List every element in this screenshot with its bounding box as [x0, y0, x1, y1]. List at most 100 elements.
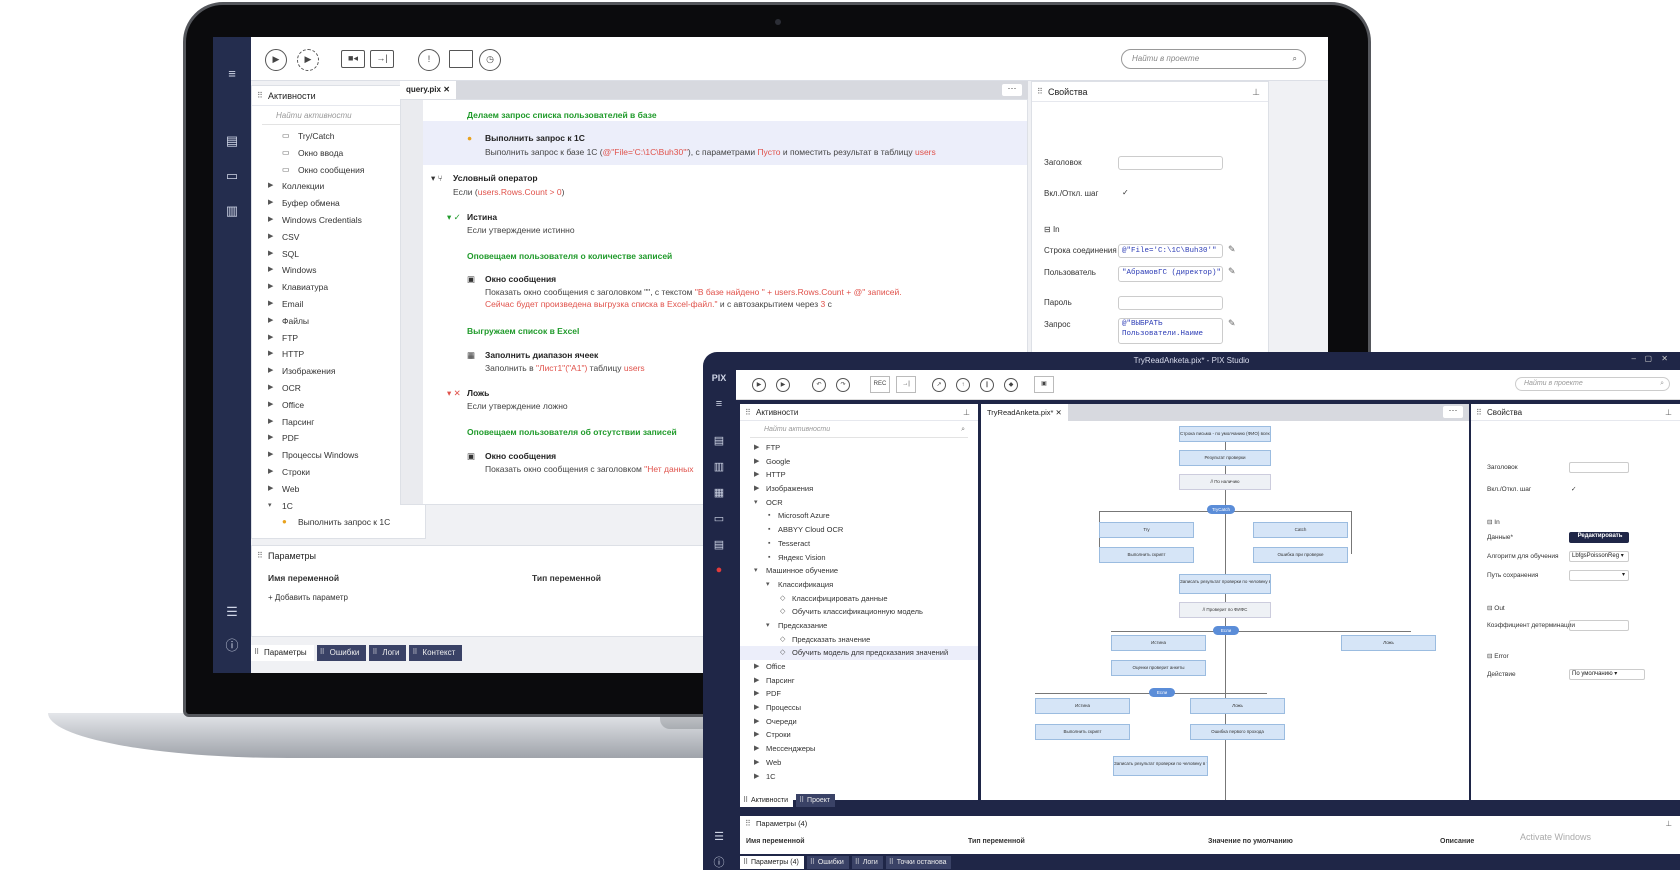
step-button[interactable]: →|	[896, 376, 916, 393]
step-message-2[interactable]: Окно сообщения	[485, 451, 556, 461]
chevron-down-icon[interactable]: ▾	[268, 498, 272, 515]
tree-item[interactable]: ▶ Изображения	[740, 482, 978, 496]
tree-item[interactable]: ▾ Машинное обучение	[740, 564, 978, 578]
branch-false[interactable]: Ложь	[467, 388, 489, 398]
chevron-right-icon[interactable]: ▶	[754, 701, 759, 715]
pin-icon[interactable]: ⊥	[1665, 404, 1672, 421]
true-branch-icon[interactable]: ▾ ✓	[447, 212, 461, 223]
chevron-right-icon[interactable]: ▶	[754, 687, 759, 701]
recorder-icon[interactable]: ▥	[710, 460, 728, 473]
chevron-right-icon[interactable]: ▶	[268, 414, 273, 431]
flow-pill[interactable]: TryCatch	[1207, 505, 1235, 514]
comment-2[interactable]: Оповещаем пользователя о количестве запи…	[467, 251, 672, 261]
tree-item[interactable]: ▶ HTTP	[740, 468, 978, 482]
activities-search-input[interactable]: Найти активности⌕	[262, 109, 415, 125]
chevron-down-icon[interactable]: ▾	[754, 496, 758, 510]
chevron-right-icon[interactable]: ▶	[268, 346, 273, 363]
redo-icon[interactable]: ↷	[836, 378, 850, 392]
flow-node[interactable]: Выполнить скрипт	[1035, 724, 1130, 740]
tree-item[interactable]: ▶ Office	[740, 660, 978, 674]
close-window-icon[interactable]: ✕	[1661, 354, 1668, 363]
tree-item[interactable]: ● Выполнить запрос к 1С	[252, 514, 425, 531]
chevron-right-icon[interactable]: ▶	[754, 674, 759, 688]
chevron-down-icon[interactable]: ▾	[766, 619, 770, 633]
document-icon[interactable]: ▤	[710, 538, 728, 551]
activities-icon[interactable]: ▤	[710, 434, 728, 447]
open-folder-icon[interactable]	[449, 50, 473, 68]
settings-icon[interactable]: ☰	[223, 605, 241, 619]
bottom-tab[interactable]: Контекст	[409, 645, 463, 661]
tree-item[interactable]: ▶ Мессенджеры	[740, 742, 978, 756]
close-tab-icon[interactable]: ✕	[1056, 408, 1062, 417]
debug-run-icon[interactable]: ▶	[297, 49, 319, 71]
flow-node[interactable]: Выполнить скрипт	[1099, 547, 1194, 563]
chevron-right-icon[interactable]: ▶	[268, 430, 273, 447]
chevron-right-icon[interactable]: ▶	[754, 728, 759, 742]
chevron-right-icon[interactable]: ▶	[268, 397, 273, 414]
close-tab-icon[interactable]: ✕	[443, 85, 450, 94]
chevron-right-icon[interactable]: ▶	[268, 279, 273, 296]
chevron-right-icon[interactable]: ▶	[268, 447, 273, 464]
false-branch-icon[interactable]: ▾ ✕	[447, 388, 461, 399]
run-icon[interactable]: ▶	[265, 49, 287, 71]
screenshot-button[interactable]: ▣	[1034, 376, 1054, 393]
chevron-right-icon[interactable]: ▶	[754, 742, 759, 756]
maximize-icon[interactable]: ▢	[1644, 354, 1652, 363]
tree-item[interactable]: ▶ Google	[740, 455, 978, 469]
activities-search-input[interactable]: Найти активности⌕	[750, 424, 968, 438]
user-input[interactable]: "АбрамовГС (директор)"	[1118, 266, 1223, 282]
project-search-input[interactable]: Найти в проекте ⌕	[1515, 377, 1670, 391]
flow-node[interactable]: Записать результат проверки по человеку …	[1179, 574, 1271, 594]
collapse-icon[interactable]: ▾ ⑂	[431, 173, 443, 184]
catch-node[interactable]: Catch	[1253, 522, 1348, 538]
bottom-tab[interactable]: Параметры (4)	[740, 856, 804, 869]
action-select[interactable]: По умолчанию ▾	[1569, 669, 1645, 680]
tree-item[interactable]: ▶ Очереди	[740, 715, 978, 729]
chevron-right-icon[interactable]: ▶	[268, 262, 273, 279]
record-icon[interactable]: ■◂	[341, 50, 365, 68]
flow-node[interactable]: Ошибка при проверке	[1253, 547, 1348, 563]
rec-button[interactable]: REC	[870, 376, 890, 393]
chevron-right-icon[interactable]: ▶	[754, 441, 759, 455]
more-options-button[interactable]: ···	[1002, 84, 1022, 96]
target-icon[interactable]: ◆	[1004, 378, 1018, 392]
toggle-checkbox[interactable]: ✓	[1122, 188, 1129, 197]
flow-pill[interactable]: Если	[1213, 626, 1239, 635]
tab-query[interactable]: query.pix ✕	[400, 81, 456, 99]
folder-icon[interactable]: ▭	[710, 512, 728, 525]
comment-3[interactable]: Выгружаем список в Excel	[467, 326, 579, 336]
flow-node[interactable]: Оценки проверит анкеты	[1111, 660, 1206, 676]
bottom-tab[interactable]: Активности	[740, 794, 794, 807]
toggle-checkbox[interactable]: ✓	[1571, 485, 1576, 493]
bottom-tab[interactable]: Ошибки	[316, 645, 367, 661]
chevron-right-icon[interactable]: ▶	[268, 481, 273, 498]
more-options-button[interactable]: ···	[1443, 406, 1463, 418]
flow-node[interactable]: Строка письма - по умолчанию (ФИО) всех …	[1179, 426, 1271, 442]
false-node[interactable]: Ложь	[1341, 635, 1436, 651]
chevron-right-icon[interactable]: ▶	[268, 178, 273, 195]
tree-item[interactable]: ▶ 1С	[740, 770, 978, 784]
in-section[interactable]: ⊟ In	[1044, 225, 1060, 234]
flow-pill[interactable]: Если	[1149, 688, 1175, 697]
minimize-icon[interactable]: –	[1632, 354, 1636, 363]
chevron-right-icon[interactable]: ▶	[268, 195, 273, 212]
chevron-right-icon[interactable]: ▶	[268, 363, 273, 380]
step-out-icon[interactable]: ↑	[956, 378, 970, 392]
tree-item[interactable]: ▶ Процессы	[740, 701, 978, 715]
coefficient-input[interactable]	[1569, 620, 1629, 631]
menu-icon[interactable]: ≡	[710, 398, 728, 410]
settings-icon[interactable]: ☰	[710, 830, 728, 843]
document-icon[interactable]: ▥	[223, 204, 241, 218]
password-input[interactable]	[1118, 296, 1223, 310]
connection-input[interactable]: @"File='C:\1C\Buh30'"	[1118, 244, 1223, 258]
chevron-right-icon[interactable]: ▶	[268, 330, 273, 347]
tree-item[interactable]: ▪ ABBYY Cloud OCR	[740, 523, 978, 537]
pin-icon[interactable]: ⊥	[1252, 82, 1260, 102]
edit-icon[interactable]: ✎	[1228, 266, 1238, 278]
tree-item[interactable]: ◇ Предсказать значение	[740, 633, 978, 647]
pin-icon[interactable]: ⊥	[963, 404, 970, 421]
tree-item[interactable]: ▾ OCR	[740, 496, 978, 510]
history-icon[interactable]: ◷	[479, 49, 501, 71]
tree-item[interactable]: ▶ Строки	[740, 728, 978, 742]
tree-item[interactable]: ▶ PDF	[740, 687, 978, 701]
